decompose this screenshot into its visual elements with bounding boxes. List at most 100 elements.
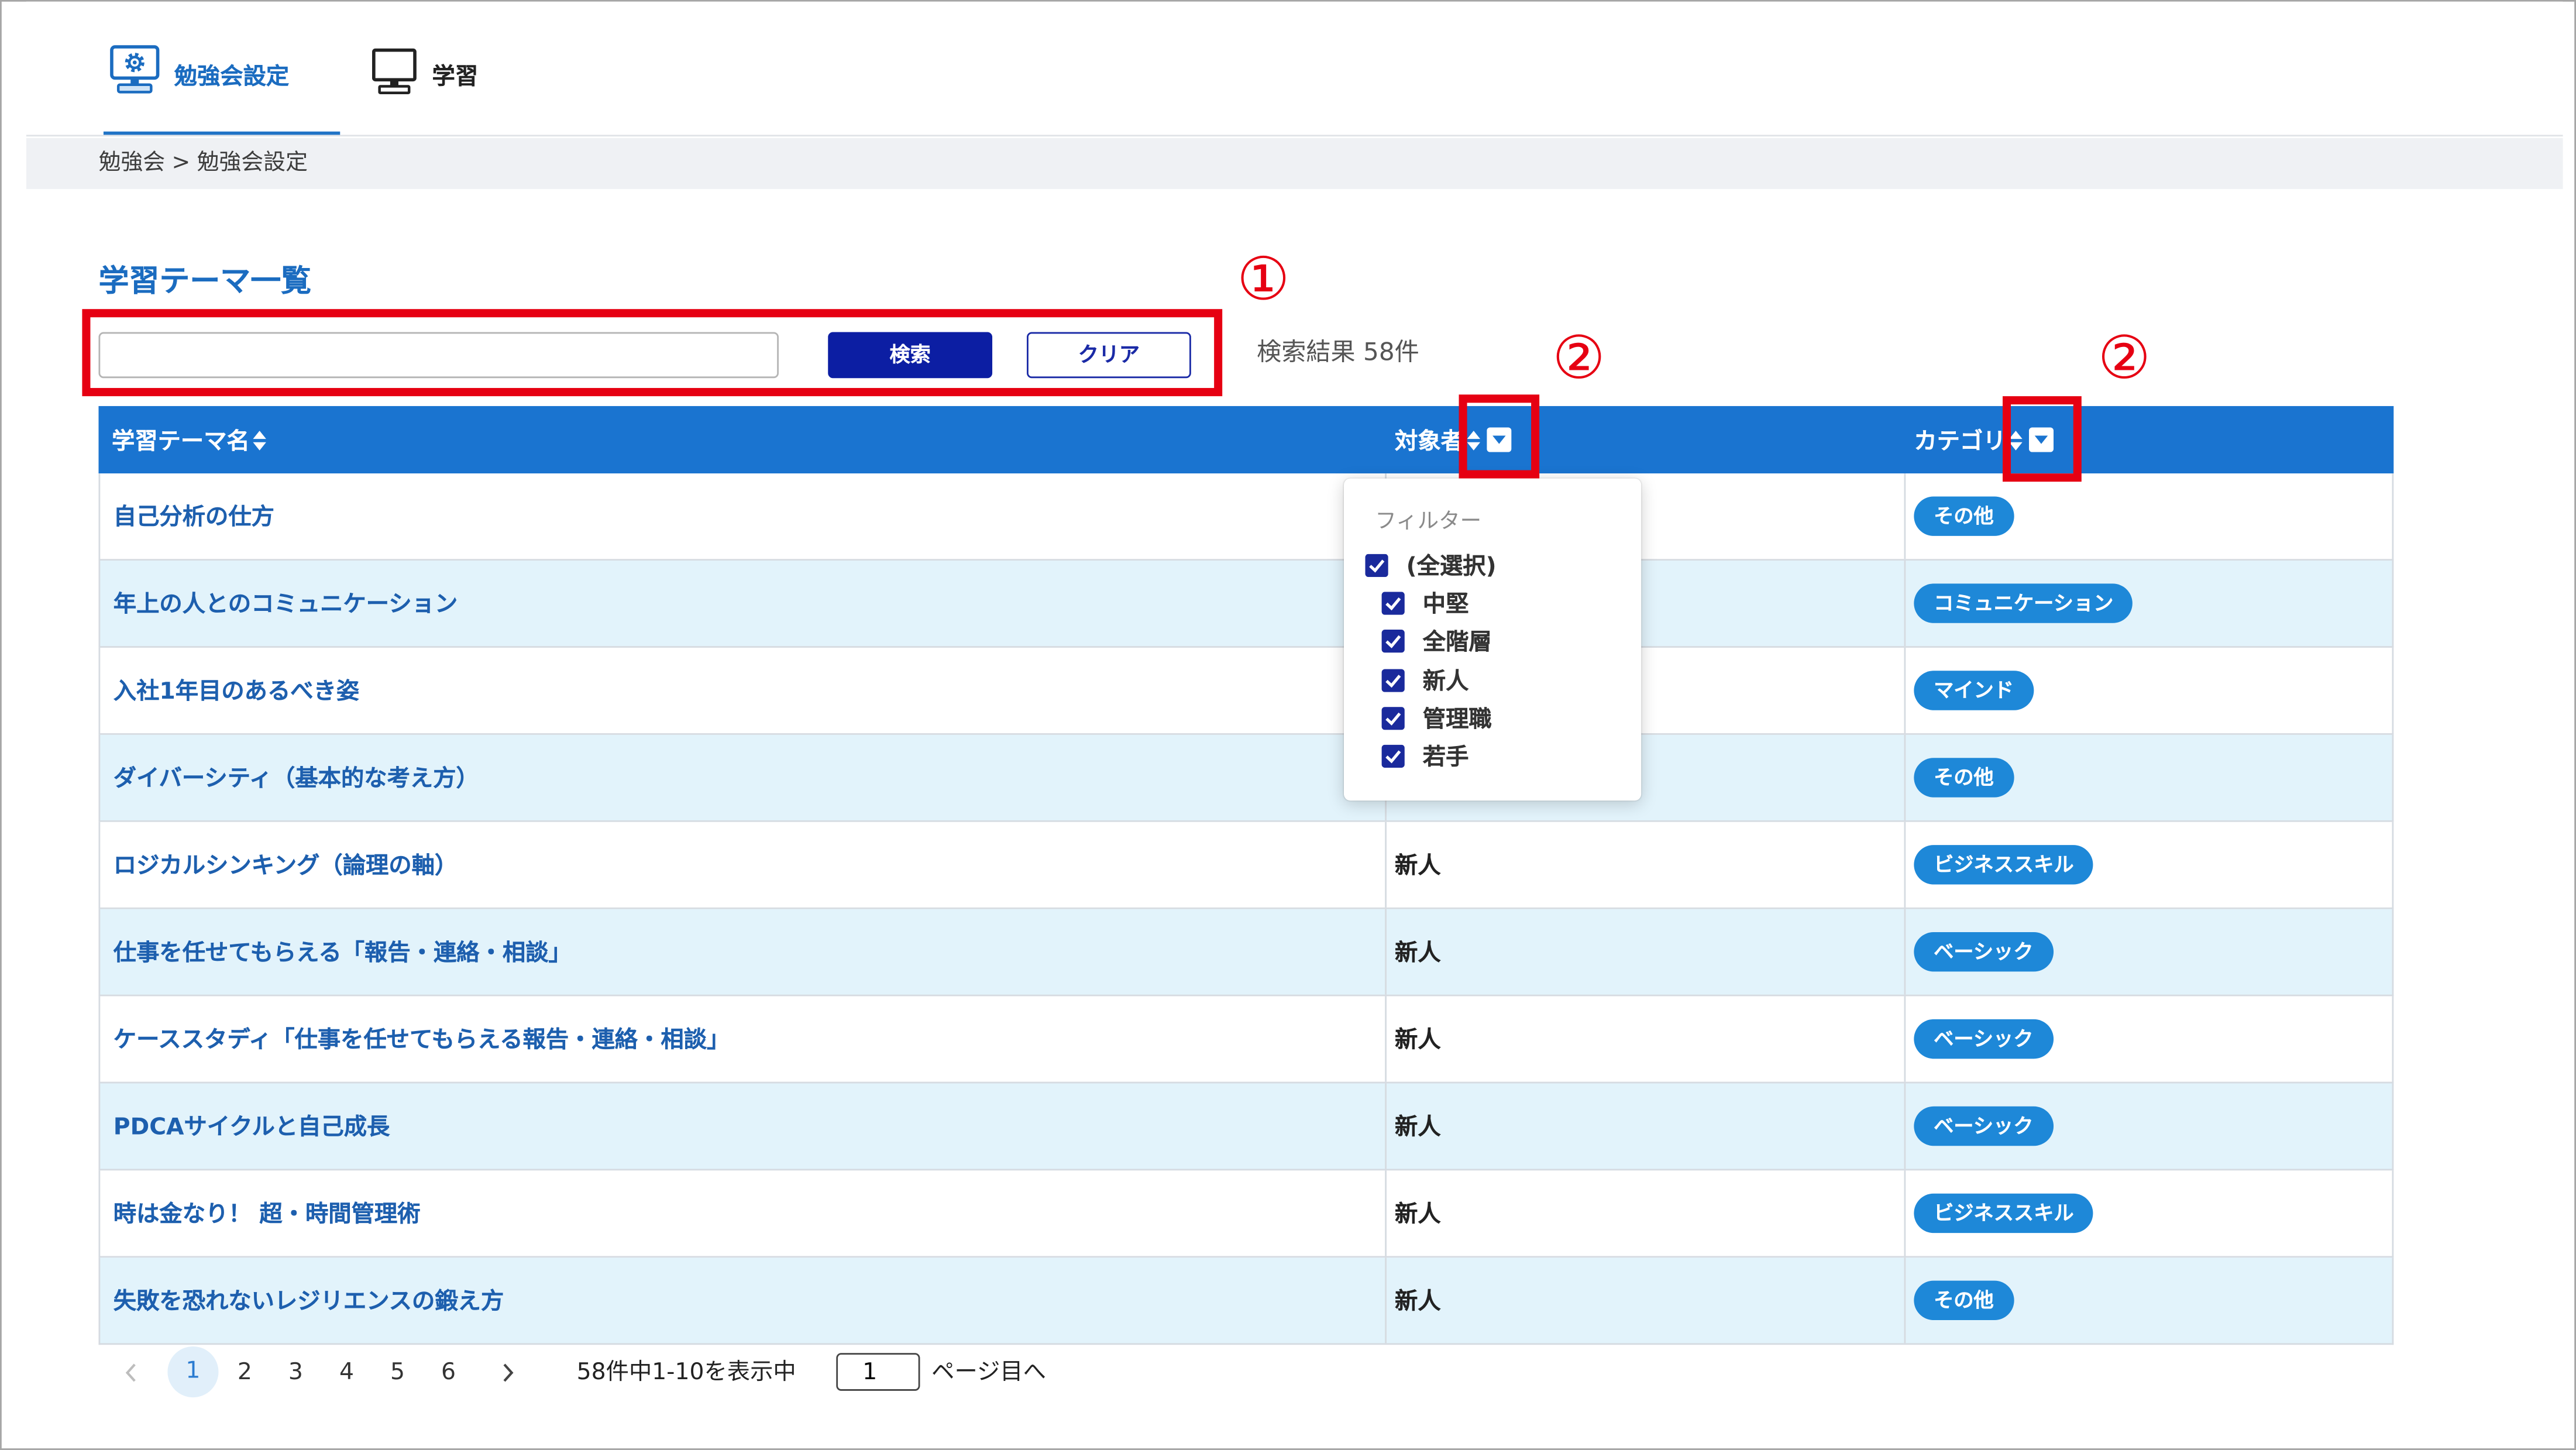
filter-option-label: 全階層 <box>1422 630 1492 656</box>
table-row: 失敗を恐れないレジリエンスの鍛え方 新人 その他 <box>98 1257 2394 1345</box>
table-row: 時は金なり！ 超・時間管理術 新人 ビジネススキル <box>98 1170 2394 1258</box>
filter-option-label: 若手 <box>1422 744 1469 771</box>
page-title: 学習テーマ一覧 <box>98 264 312 300</box>
theme-name-link[interactable]: 時は金なり！ 超・時間管理術 <box>100 1170 1387 1256</box>
page-jump-input[interactable] <box>836 1353 920 1391</box>
app-window: 勉強会設定 学習 勉強会 > 勉強会設定 学習テーマ一覧 検索 クリア 検索結果 5… <box>0 0 2576 1450</box>
sort-icon[interactable] <box>253 429 266 450</box>
category-cell: その他 <box>1906 735 2392 820</box>
category-badge: その他 <box>1914 1280 2014 1321</box>
tab-study-session-settings[interactable]: 勉強会設定 <box>103 2 341 135</box>
breadcrumb-item-study-session[interactable]: 勉強会 <box>98 150 165 176</box>
column-header-label: カテゴリ <box>1914 428 2006 455</box>
sort-icon[interactable] <box>1467 429 1481 450</box>
filter-dropdown-icon[interactable] <box>1487 427 1512 452</box>
category-cell: その他 <box>1906 473 2392 559</box>
checkbox-checked-icon[interactable] <box>1381 592 1405 615</box>
clear-button[interactable]: クリア <box>1027 332 1191 379</box>
table-row: ロジカルシンキング（論理の軸） 新人 ビジネススキル <box>98 822 2394 909</box>
category-badge: ビジネススキル <box>1914 1193 2094 1233</box>
checkbox-checked-icon[interactable] <box>1365 554 1388 578</box>
target-cell: 新人 <box>1387 822 1906 908</box>
category-badge: ベーシック <box>1914 1106 2054 1146</box>
pagination-page-3[interactable]: 3 <box>279 1356 312 1389</box>
theme-name-link[interactable]: ロジカルシンキング（論理の軸） <box>100 822 1387 908</box>
filter-option-select-all[interactable]: (全選択) <box>1365 551 1497 580</box>
filter-option-label: 中堅 <box>1422 592 1469 619</box>
pagination-page-2[interactable]: 2 <box>228 1356 261 1389</box>
checkbox-checked-icon[interactable] <box>1381 630 1405 653</box>
filter-option-manager[interactable]: 管理職 <box>1381 703 1492 734</box>
top-navigation: 勉強会設定 学習 <box>26 1 2563 137</box>
theme-name-link[interactable]: ケーススタディ「仕事を任せてもらえる報告・連絡・相談」 <box>100 996 1387 1082</box>
category-cell: ビジネススキル <box>1906 1170 2392 1256</box>
theme-name-link[interactable]: ダイバーシティ（基本的な考え方） <box>100 734 1387 820</box>
page-jump-label: ページ目へ <box>931 1359 1046 1386</box>
pagination-page-6[interactable]: 6 <box>432 1356 465 1389</box>
filter-dropdown-icon[interactable] <box>2028 427 2054 452</box>
annotation-marker-2: ② <box>2097 325 2151 393</box>
column-header-theme-name[interactable]: 学習テーマ名 <box>98 406 1387 473</box>
table-row: PDCAサイクルと自己成長 新人 ベーシック <box>98 1083 2394 1171</box>
settings-monitor-icon <box>108 44 161 95</box>
table-row: 仕事を任せてもらえる「報告・連絡・相談」 新人 ベーシック <box>98 909 2394 997</box>
annotation-marker-2: ② <box>1552 325 1605 393</box>
target-filter-dropdown: フィルター (全選択) 中堅 全階層 新人 管理職 若手 <box>1343 478 1642 801</box>
column-header-category[interactable]: カテゴリ <box>1906 406 2393 473</box>
tab-learning[interactable]: 学習 <box>372 2 510 135</box>
annotation-marker-1: ① <box>1237 246 1290 314</box>
breadcrumb-item-current: 勉強会設定 <box>197 149 308 176</box>
column-header-label: 対象者 <box>1395 428 1464 455</box>
target-cell: 新人 <box>1387 1257 1906 1344</box>
tab-label-study-session-settings: 勉強会設定 <box>174 64 290 91</box>
checkbox-checked-icon[interactable] <box>1381 669 1405 692</box>
breadcrumb-separator: > <box>171 149 191 176</box>
category-badge: マインド <box>1914 671 2034 710</box>
target-cell: 新人 <box>1387 1170 1906 1256</box>
target-cell: 新人 <box>1387 996 1906 1082</box>
filter-option-junior[interactable]: 若手 <box>1381 741 1469 771</box>
table-row: 入社1年目のあるべき姿 マインド <box>98 647 2394 735</box>
checkbox-checked-icon[interactable] <box>1381 744 1405 768</box>
filter-option-label: 管理職 <box>1422 707 1492 734</box>
table-row: 年上の人とのコミュニケーション コミュニケーション <box>98 561 2394 648</box>
pagination-page-4[interactable]: 4 <box>330 1356 363 1389</box>
category-cell: ベーシック <box>1906 997 2392 1082</box>
filter-option-new-hire[interactable]: 新人 <box>1381 666 1468 695</box>
category-cell: コミュニケーション <box>1906 561 2392 646</box>
category-badge: その他 <box>1914 758 2014 798</box>
chevron-left-icon[interactable] <box>125 1363 137 1383</box>
sort-icon[interactable] <box>2009 429 2023 450</box>
table-row: ダイバーシティ（基本的な考え方） その他 <box>98 734 2394 822</box>
theme-name-link[interactable]: PDCAサイクルと自己成長 <box>100 1083 1387 1169</box>
category-cell: ビジネススキル <box>1906 822 2392 908</box>
category-badge: その他 <box>1914 496 2014 536</box>
search-button[interactable]: 検索 <box>828 332 993 379</box>
category-cell: その他 <box>1906 1257 2392 1343</box>
checkbox-checked-icon[interactable] <box>1381 707 1405 730</box>
learning-theme-table: 学習テーマ名 対象者 カテゴリ 自己分析の仕方 その他 年上の人とのコミュニケー… <box>98 406 2394 1345</box>
target-cell: 新人 <box>1387 909 1906 995</box>
filter-option-label: (全選択) <box>1406 554 1497 580</box>
theme-name-link[interactable]: 自己分析の仕方 <box>100 473 1387 559</box>
column-header-label: 学習テーマ名 <box>111 428 250 455</box>
theme-name-link[interactable]: 年上の人とのコミュニケーション <box>100 561 1387 647</box>
target-cell: 新人 <box>1387 1083 1906 1169</box>
search-input[interactable] <box>98 332 779 379</box>
column-header-target[interactable]: 対象者 <box>1387 406 1906 473</box>
category-badge: コミュニケーション <box>1914 583 2134 623</box>
theme-name-link[interactable]: 入社1年目のあるべき姿 <box>100 647 1387 734</box>
category-cell: ベーシック <box>1906 1083 2392 1169</box>
theme-name-link[interactable]: 仕事を任せてもらえる「報告・連絡・相談」 <box>100 909 1387 995</box>
table-row: 自己分析の仕方 その他 <box>98 473 2394 561</box>
theme-name-link[interactable]: 失敗を恐れないレジリエンスの鍛え方 <box>100 1257 1387 1344</box>
pagination-page-5[interactable]: 5 <box>381 1356 414 1389</box>
filter-option-all-levels[interactable]: 全階層 <box>1381 626 1492 656</box>
filter-option-mid-level[interactable]: 中堅 <box>1381 589 1469 619</box>
monitor-icon <box>372 47 418 95</box>
pagination-page-current[interactable]: 1 <box>167 1346 219 1398</box>
filter-dropdown-title: フィルター <box>1375 509 1482 535</box>
category-badge: ベーシック <box>1914 932 2054 972</box>
category-badge: ビジネススキル <box>1914 845 2094 885</box>
chevron-right-icon[interactable] <box>501 1363 514 1383</box>
